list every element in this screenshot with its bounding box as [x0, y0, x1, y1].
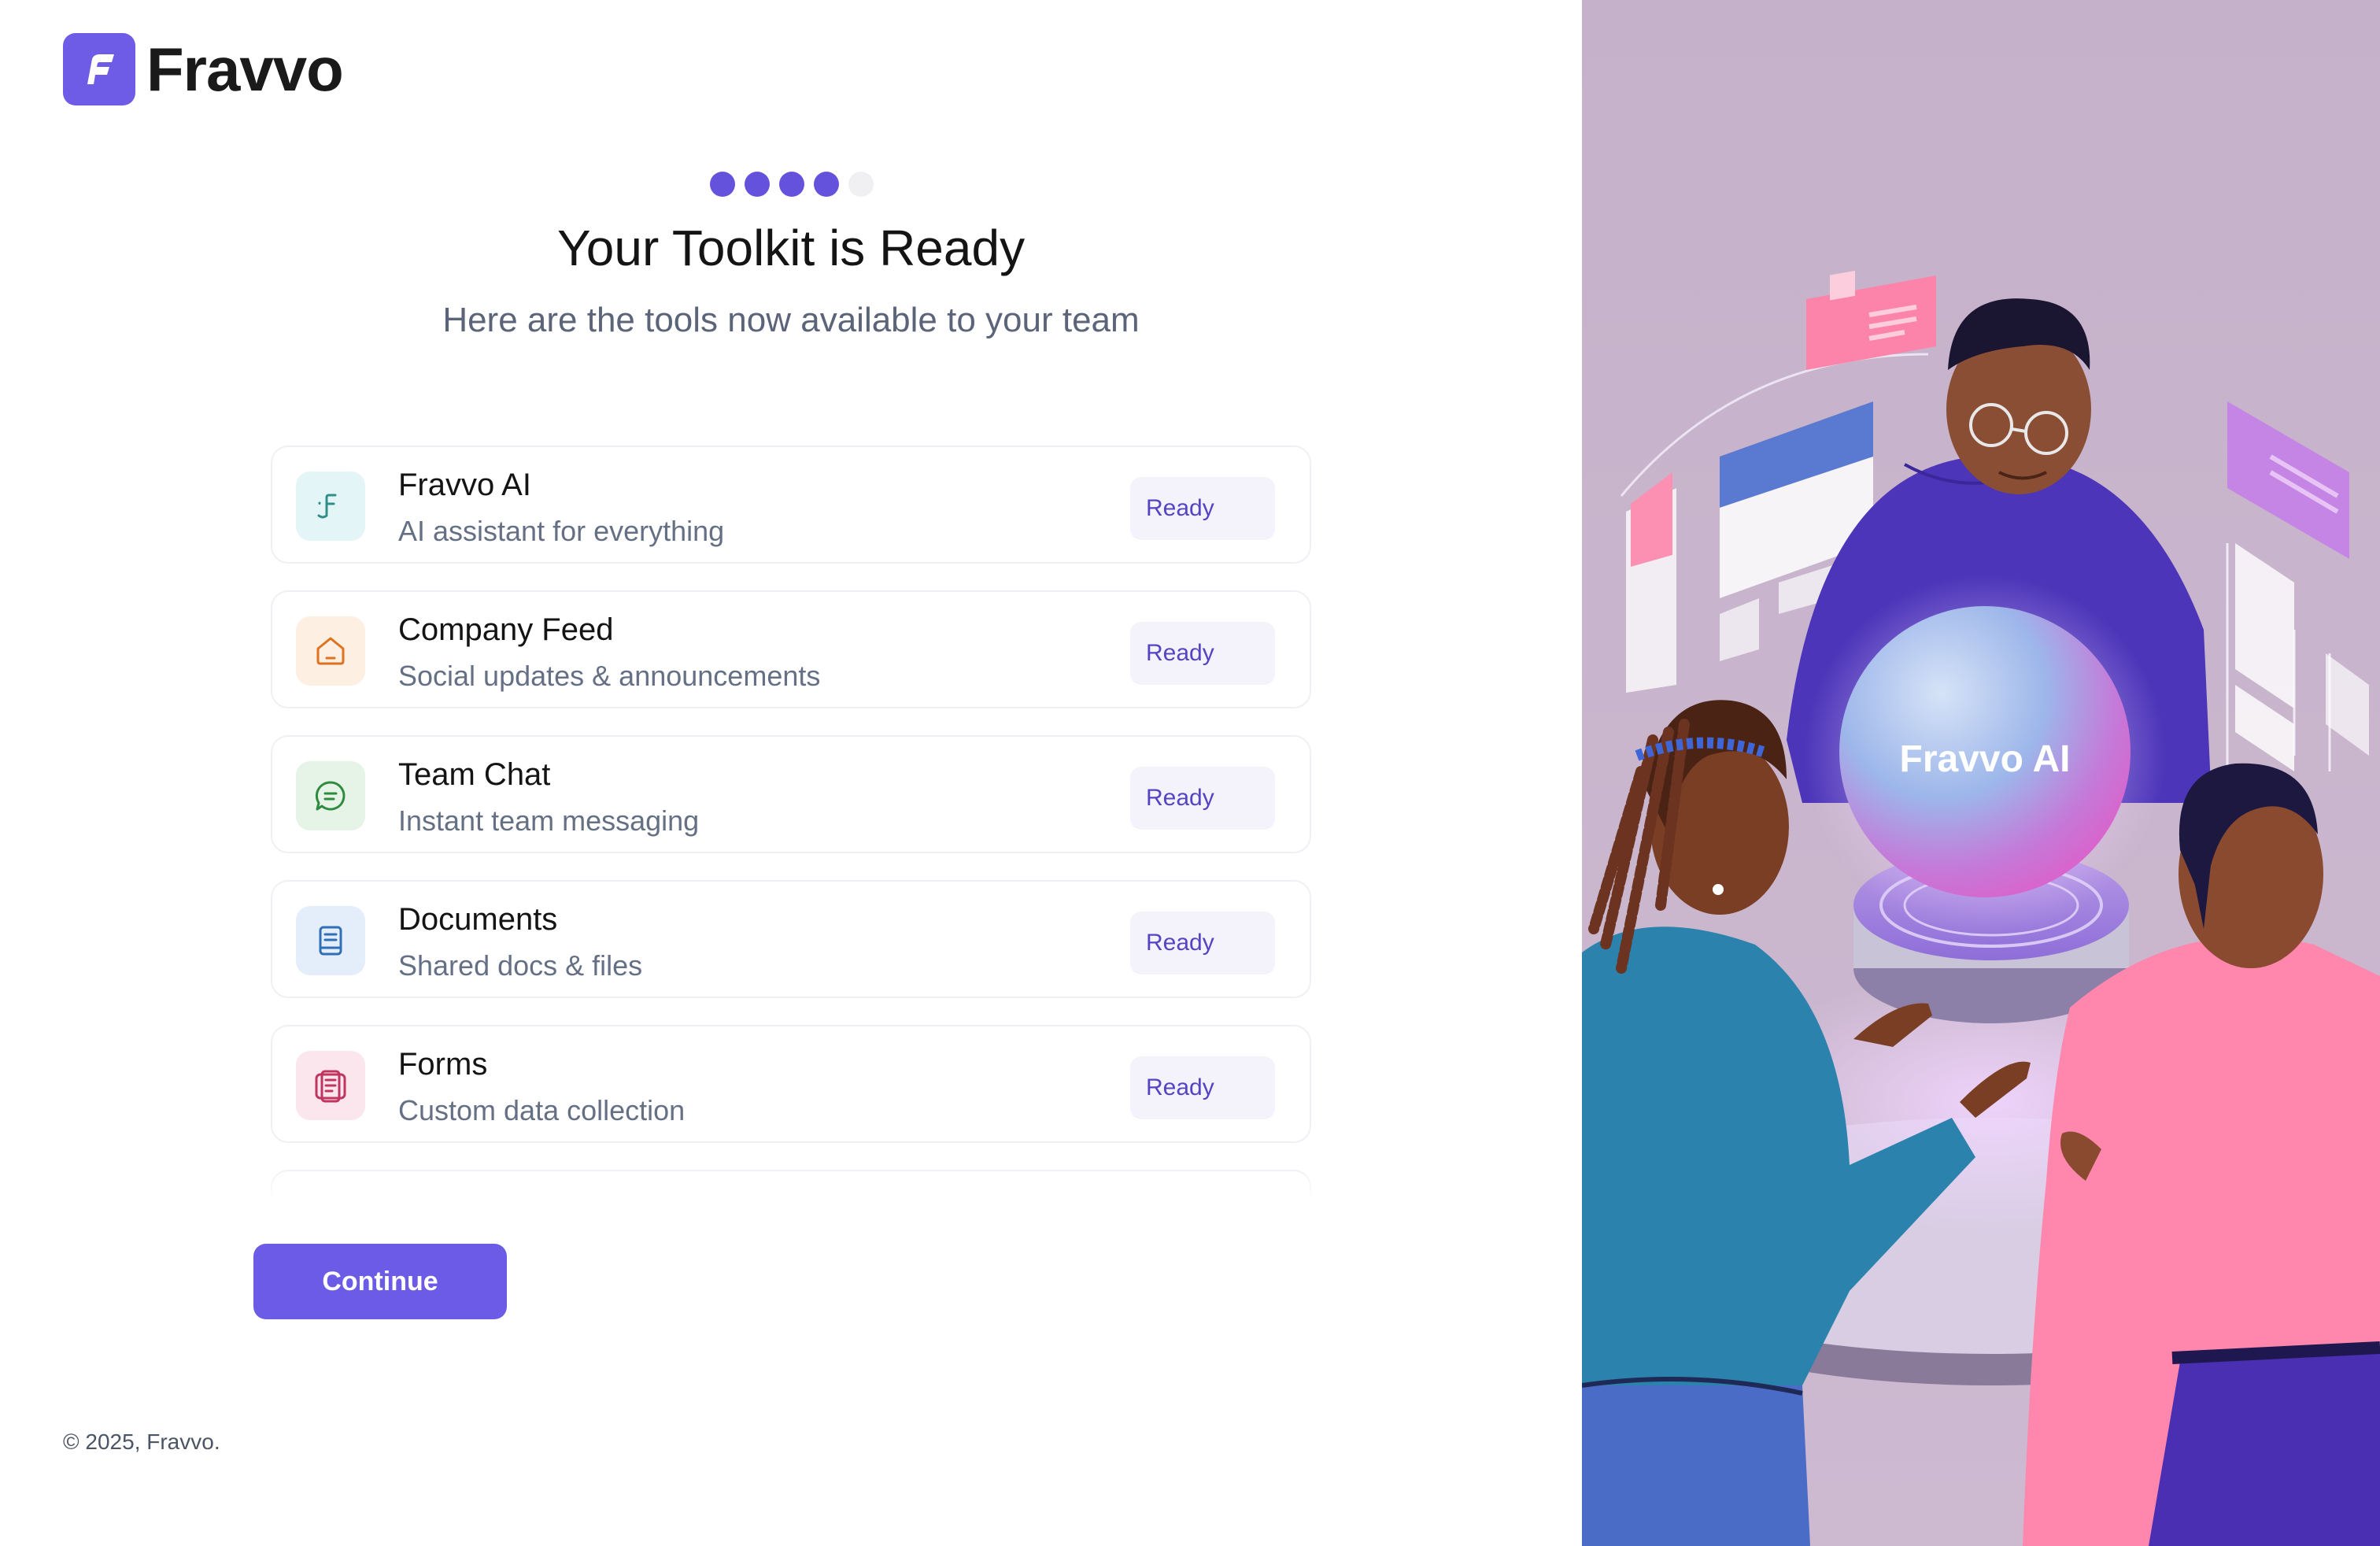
tool-description: AI assistant for everything — [398, 515, 725, 547]
progress-step-complete — [814, 172, 839, 197]
progress-step-pending — [848, 172, 874, 197]
tool-card-team-chat: Team Chat Instant team messaging Ready — [271, 735, 1311, 853]
tool-name: Team Chat — [398, 757, 551, 792]
document-icon — [296, 906, 365, 975]
form-icon — [296, 1051, 365, 1120]
progress-steps — [710, 172, 883, 197]
tool-description: Shared docs & files — [398, 949, 643, 982]
tool-description: Custom data collection — [398, 1094, 686, 1126]
chat-bubble-icon — [296, 761, 365, 830]
tool-name: Documents — [398, 902, 558, 937]
ready-status-button[interactable]: Ready — [1130, 1056, 1275, 1119]
hero-illustration: Fravvo AI — [1582, 0, 2380, 1546]
tool-list[interactable]: Fravvo AI AI assistant for everything Re… — [271, 446, 1313, 1200]
page-title: Your Toolkit is Ready — [556, 220, 1026, 276]
onboarding-panel: Fravvo Your Toolkit is Ready Here are th… — [0, 0, 1582, 1546]
tool-card-fravvo-ai: Fravvo AI AI assistant for everything Re… — [271, 446, 1311, 564]
list-fade — [271, 1168, 1313, 1200]
ready-status-button[interactable]: Ready — [1130, 477, 1275, 540]
ready-status-button[interactable]: Ready — [1130, 912, 1275, 975]
tool-name: Forms — [398, 1047, 488, 1082]
fravvo-logo-icon — [63, 33, 135, 105]
tool-card-company-feed: Company Feed Social updates & announceme… — [271, 590, 1311, 708]
copyright-text: © 2025, Fravvo. — [63, 1429, 220, 1454]
progress-step-complete — [710, 172, 735, 197]
orb-label: Fravvo AI — [1900, 738, 2071, 780]
team-ai-illustration: Fravvo AI — [1582, 270, 2380, 1546]
tool-name: Company Feed — [398, 612, 614, 647]
tool-card-forms: Forms Custom data collection Ready — [271, 1025, 1311, 1143]
brand-name: Fravvo — [146, 35, 344, 104]
page-subtitle: Here are the tools now available to your… — [442, 301, 1140, 339]
tool-description: Social updates & announcements — [398, 660, 821, 692]
continue-button[interactable]: Continue — [253, 1244, 507, 1319]
tool-description: Instant team messaging — [398, 804, 700, 837]
progress-step-complete — [745, 172, 770, 197]
brand-logo: Fravvo — [63, 33, 344, 105]
ready-status-button[interactable]: Ready — [1130, 767, 1275, 830]
home-icon — [296, 616, 365, 686]
ready-status-button[interactable]: Ready — [1130, 622, 1275, 685]
tool-name: Fravvo AI — [398, 468, 531, 502]
fravvo-ai-icon — [296, 472, 365, 541]
progress-step-complete — [779, 172, 804, 197]
tool-card-documents: Documents Shared docs & files Ready — [271, 880, 1311, 998]
